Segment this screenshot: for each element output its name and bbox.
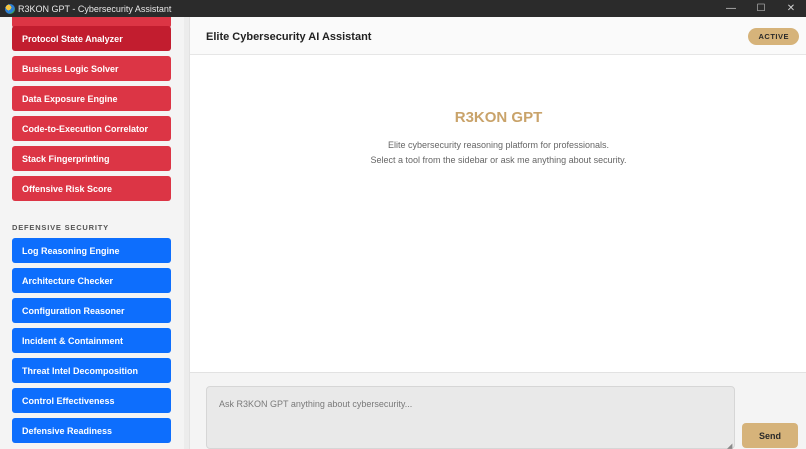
- sidebar: Protocol State Analyzer Business Logic S…: [0, 17, 189, 449]
- tool-protocol-state-analyzer[interactable]: Protocol State Analyzer: [12, 26, 171, 51]
- tool-threat-intel-decomposition[interactable]: Threat Intel Decomposition: [12, 358, 171, 383]
- status-badge: ACTIVE: [748, 28, 799, 45]
- tool-configuration-reasoner[interactable]: Configuration Reasoner: [12, 298, 171, 323]
- tool-business-logic-solver[interactable]: Business Logic Solver: [12, 56, 171, 81]
- tool-architecture-checker[interactable]: Architecture Checker: [12, 268, 171, 293]
- chat-input[interactable]: [206, 386, 735, 449]
- composer: ◢ Send: [190, 372, 806, 449]
- tool-defensive-readiness[interactable]: Defensive Readiness: [12, 418, 171, 443]
- main-panel: Elite Cybersecurity AI Assistant ACTIVE …: [189, 17, 806, 449]
- maximize-icon[interactable]: ☐: [746, 0, 776, 17]
- main-header: Elite Cybersecurity AI Assistant ACTIVE: [190, 17, 806, 55]
- section-title-defensive: DEFENSIVE SECURITY: [12, 223, 109, 232]
- welcome-line-1: Elite cybersecurity reasoning platform f…: [387, 140, 610, 150]
- app-logo-icon: [5, 3, 15, 14]
- welcome-line-2: Select a tool from the sidebar or ask me…: [370, 155, 627, 165]
- welcome-panel: R3KON GPT Elite cybersecurity reasoning …: [190, 109, 806, 168]
- window-title: R3KON GPT - Cybersecurity Assistant: [18, 3, 172, 14]
- minimize-icon[interactable]: —: [716, 0, 746, 17]
- send-button[interactable]: Send: [742, 423, 798, 448]
- tool-log-reasoning-engine[interactable]: Log Reasoning Engine: [12, 238, 171, 263]
- tool-incident-containment[interactable]: Incident & Containment: [12, 328, 171, 353]
- close-icon[interactable]: ✕: [776, 0, 806, 17]
- resize-handle-icon[interactable]: ◢: [727, 442, 732, 449]
- tool-code-to-execution-correlator[interactable]: Code-to-Execution Correlator: [12, 116, 171, 141]
- tool-control-effectiveness[interactable]: Control Effectiveness: [12, 388, 171, 413]
- tool-data-exposure-engine[interactable]: Data Exposure Engine: [12, 86, 171, 111]
- tool-stack-fingerprinting[interactable]: Stack Fingerprinting: [12, 146, 171, 171]
- brand-title: R3KON GPT: [454, 109, 543, 126]
- tool-offensive-risk-score[interactable]: Offensive Risk Score: [12, 176, 171, 201]
- window-titlebar: R3KON GPT - Cybersecurity Assistant — ☐ …: [0, 0, 806, 17]
- page-title: Elite Cybersecurity AI Assistant: [206, 31, 372, 43]
